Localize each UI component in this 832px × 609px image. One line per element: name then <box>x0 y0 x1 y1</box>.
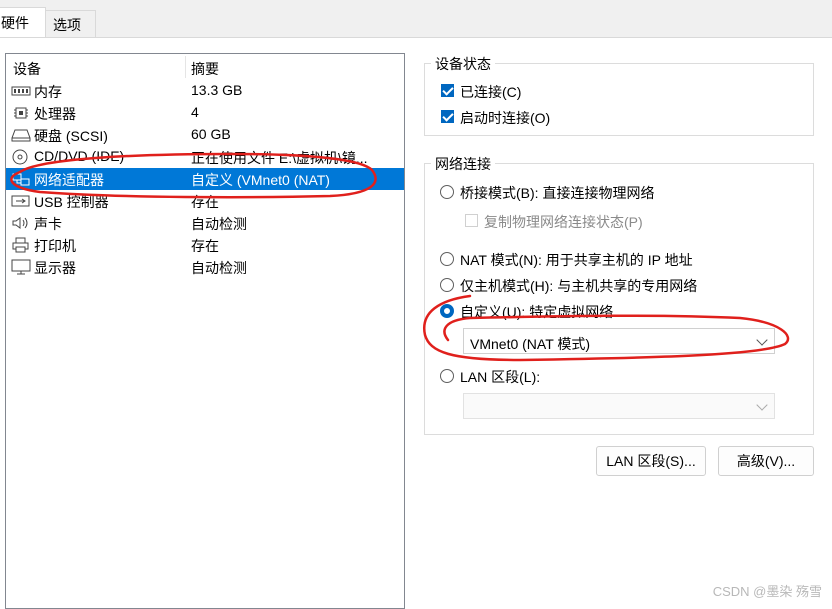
lan-segment-radio[interactable] <box>440 369 454 383</box>
connect-at-power-on-checkbox[interactable] <box>441 110 454 123</box>
device-row-processor[interactable]: 处理器 4 <box>6 102 404 124</box>
device-summary: 存在 <box>191 194 219 210</box>
tab-content: 设备 摘要 内存 13.3 GB 处理器 4 硬盘 (SCSI) 60 GB C… <box>0 37 832 609</box>
chevron-down-icon <box>756 334 768 346</box>
usb-icon <box>11 195 30 207</box>
device-name: CD/DVD (IDE) <box>34 148 125 164</box>
hard-disk-icon <box>11 129 31 142</box>
device-summary: 60 GB <box>191 126 231 142</box>
lan-segments-button[interactable]: LAN 区段(S)... <box>596 446 706 476</box>
tab-options[interactable]: 选项 <box>44 10 96 38</box>
lan-segments-button-label: LAN 区段(S)... <box>606 453 696 469</box>
processor-icon <box>14 107 28 119</box>
device-row-memory[interactable]: 内存 13.3 GB <box>6 80 404 102</box>
device-name: 内存 <box>34 84 62 100</box>
device-summary: 13.3 GB <box>191 82 243 98</box>
tab-hardware-label: 硬件 <box>1 15 29 31</box>
memory-icon <box>11 86 31 96</box>
host-only-label[interactable]: 仅主机模式(H): 与主机共享的专用网络 <box>460 276 697 296</box>
device-name: 网络适配器 <box>34 172 104 188</box>
custom-network-select[interactable]: VMnet0 (NAT 模式) <box>463 328 775 354</box>
device-summary: 自动检测 <box>191 260 247 276</box>
speaker-icon <box>12 217 28 229</box>
device-status-title: 设备状态 <box>431 54 495 74</box>
lan-segment-label[interactable]: LAN 区段(L): <box>460 367 540 387</box>
host-only-radio[interactable] <box>440 278 454 292</box>
device-list[interactable]: 设备 摘要 内存 13.3 GB 处理器 4 硬盘 (SCSI) 60 GB C… <box>5 53 405 609</box>
device-row-sound-card[interactable]: 声卡 自动检测 <box>6 212 404 234</box>
tab-bar: 选项 硬件 <box>0 0 832 38</box>
list-header: 设备 摘要 <box>6 54 404 80</box>
device-name: 硬盘 (SCSI) <box>34 128 108 144</box>
device-name: 处理器 <box>34 106 76 122</box>
replicate-state-label[interactable]: 复制物理网络连接状态(P) <box>484 212 643 232</box>
display-icon <box>11 259 31 275</box>
network-adapter-icon <box>12 173 30 186</box>
chevron-down-icon <box>756 399 768 411</box>
connect-at-power-on-label[interactable]: 启动时连接(O) <box>460 108 550 128</box>
lan-segment-select[interactable] <box>463 393 775 419</box>
custom-radio[interactable] <box>440 304 454 318</box>
cd-dvd-icon <box>12 149 28 165</box>
watermark: CSDN @墨染 殇雪 <box>712 584 822 599</box>
custom-label[interactable]: 自定义(U): 特定虚拟网络 <box>460 302 613 322</box>
connected-label[interactable]: 已连接(C) <box>460 82 521 102</box>
bridged-label[interactable]: 桥接模式(B): 直接连接物理网络 <box>460 183 654 203</box>
tab-hardware[interactable]: 硬件 <box>0 7 46 38</box>
custom-network-value: VMnet0 (NAT 模式) <box>470 336 591 352</box>
device-summary: 自动检测 <box>191 216 247 232</box>
device-summary: 存在 <box>191 238 219 254</box>
device-summary: 正在使用文件 E:\虚拟机\镜... <box>191 150 368 166</box>
device-row-cd-dvd[interactable]: CD/DVD (IDE) 正在使用文件 E:\虚拟机\镜... <box>6 146 404 168</box>
replicate-state-checkbox[interactable] <box>465 214 478 227</box>
tab-options-label: 选项 <box>53 17 81 33</box>
device-status-group: 设备状态 已连接(C) 启动时连接(O) <box>424 54 814 136</box>
column-separator[interactable] <box>185 56 186 78</box>
device-name: 打印机 <box>34 238 76 254</box>
device-row-hard-disk[interactable]: 硬盘 (SCSI) 60 GB <box>6 124 404 146</box>
device-summary: 4 <box>191 104 199 120</box>
device-name: USB 控制器 <box>34 194 109 210</box>
column-header-summary[interactable]: 摘要 <box>191 59 219 79</box>
device-row-network-adapter[interactable]: 网络适配器 自定义 (VMnet0 (NAT) <box>6 168 404 190</box>
nat-radio[interactable] <box>440 252 454 266</box>
connected-checkbox[interactable] <box>441 84 454 97</box>
device-name: 显示器 <box>34 260 76 276</box>
device-row-printer[interactable]: 打印机 存在 <box>6 234 404 256</box>
bridged-radio[interactable] <box>440 185 454 199</box>
nat-label[interactable]: NAT 模式(N): 用于共享主机的 IP 地址 <box>460 250 693 270</box>
network-connection-title: 网络连接 <box>431 154 495 174</box>
advanced-button[interactable]: 高级(V)... <box>718 446 814 476</box>
printer-icon <box>12 237 29 253</box>
device-summary: 自定义 (VMnet0 (NAT) <box>191 172 330 188</box>
column-header-device[interactable]: 设备 <box>13 59 41 79</box>
network-connection-group: 网络连接 桥接模式(B): 直接连接物理网络 复制物理网络连接状态(P) NAT… <box>424 154 814 435</box>
device-name: 声卡 <box>34 216 62 232</box>
advanced-button-label: 高级(V)... <box>736 453 796 469</box>
device-row-display[interactable]: 显示器 自动检测 <box>6 256 404 278</box>
device-row-usb[interactable]: USB 控制器 存在 <box>6 190 404 212</box>
